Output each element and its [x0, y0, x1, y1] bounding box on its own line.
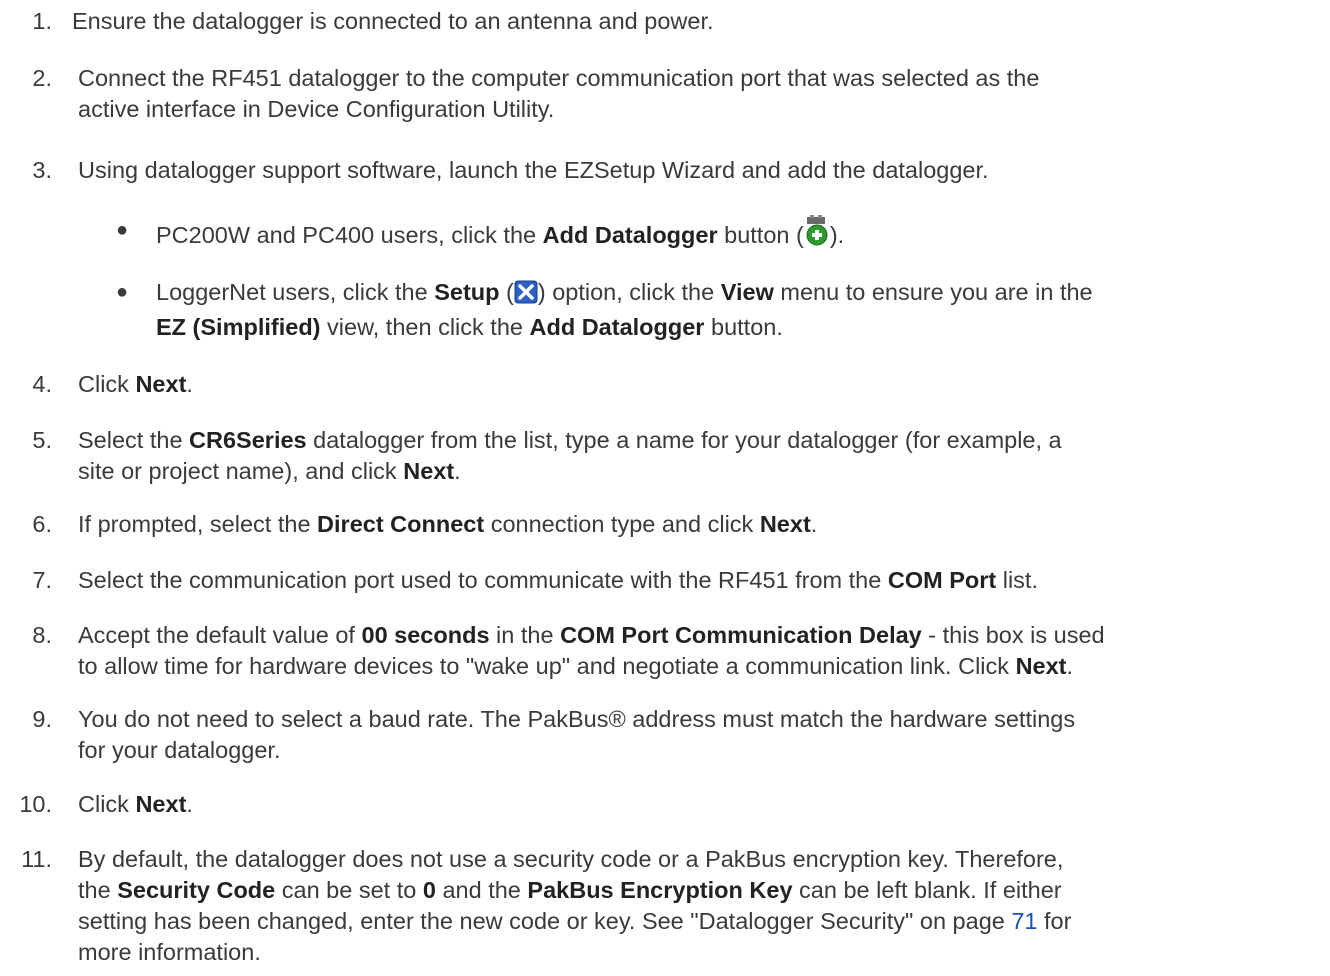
ui-term: 0 [422, 877, 436, 903]
step-text: Ensure the datalogger is connected to an… [72, 8, 714, 34]
ui-term: Next [135, 371, 187, 397]
step-number: 5. [32, 427, 52, 453]
bullet-marker: ● [116, 219, 129, 241]
ui-term: Direct Connect [317, 511, 485, 537]
ui-term: Next [759, 511, 811, 537]
step-line: for your datalogger. [78, 737, 281, 763]
step-number: 8. [32, 622, 52, 648]
step-number: 9. [32, 706, 52, 732]
ui-term: Add Datalogger [529, 314, 705, 340]
ui-term: EZ (Simplified) [156, 314, 321, 340]
step-text: Using datalogger support software, launc… [78, 157, 989, 183]
page-link[interactable]: 71 [1011, 908, 1037, 934]
bullet-text: LoggerNet users, click the Setup () opti… [156, 279, 1093, 340]
step-number: 6. [32, 511, 52, 537]
step-number: 11. [21, 846, 52, 872]
step-line: active interface in Device Configuration… [78, 96, 555, 122]
ui-term: Setup [434, 279, 500, 305]
step-number: 7. [32, 567, 52, 593]
step-text: Select the CR6Series datalogger from the… [78, 427, 1062, 484]
bullet-text: PC200W and PC400 users, click the Add Da… [156, 215, 1316, 255]
step-number: 3. [32, 157, 52, 183]
step-line: Connect the RF451 datalogger to the comp… [78, 65, 1040, 91]
step-text: You do not need to select a baud rate. T… [78, 704, 1318, 766]
add-datalogger-icon [804, 215, 830, 255]
ui-term: Add Datalogger [542, 222, 718, 248]
ui-term: View [720, 279, 774, 305]
ui-term: Next [403, 458, 455, 484]
step-line: You do not need to select a baud rate. T… [78, 706, 1076, 732]
step-text: Click Next. [78, 791, 193, 817]
ui-term: PakBus Encryption Key [527, 877, 793, 903]
setup-icon [514, 280, 538, 312]
step-number: 4. [32, 371, 52, 397]
ui-term: COM Port [887, 567, 997, 593]
bullet-marker: ● [116, 281, 129, 303]
step-text: Click Next. [78, 371, 193, 397]
step-text: If prompted, select the Direct Connect c… [78, 511, 818, 537]
procedure-page: 1. Ensure the datalogger is connected to… [0, 0, 1330, 976]
step-number: 2. [32, 65, 52, 91]
step-number: 10. [19, 791, 52, 817]
step-number: 1. [32, 8, 52, 34]
ui-term: 00 seconds [361, 622, 490, 648]
ui-term: CR6Series [189, 427, 307, 453]
step-text: Select the communication port used to co… [78, 567, 1038, 593]
ui-term: Next [1015, 653, 1067, 679]
step-text: By default, the datalogger does not use … [78, 846, 1072, 965]
ui-term: Next [135, 791, 187, 817]
ui-term: COM Port Communication Delay [560, 622, 922, 648]
ui-term: Security Code [117, 877, 276, 903]
step-text: Connect the RF451 datalogger to the comp… [78, 63, 1318, 125]
step-text: Accept the default value of 00 seconds i… [78, 622, 1105, 679]
